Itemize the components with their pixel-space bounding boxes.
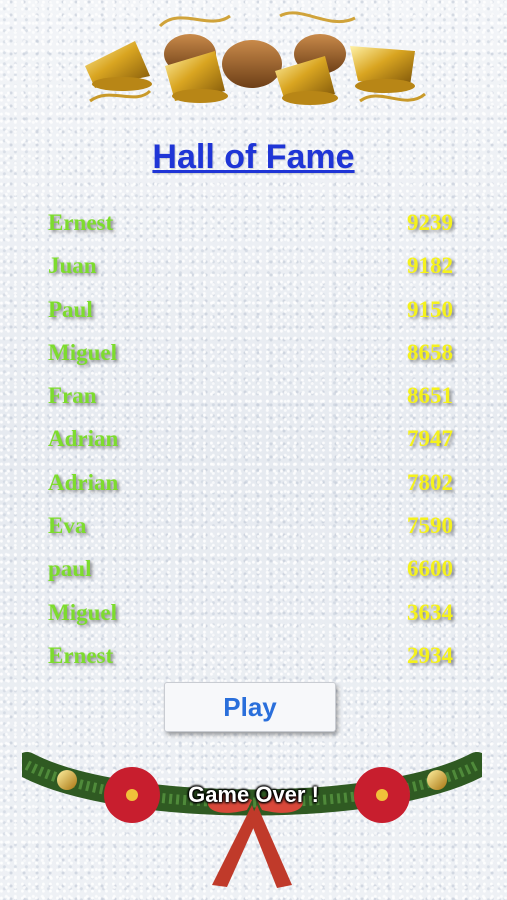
player-score: 9150 bbox=[407, 296, 453, 322]
page-title: Hall of Fame bbox=[152, 138, 355, 176]
player-score: 8658 bbox=[407, 339, 453, 365]
player-name: Fran bbox=[48, 383, 97, 409]
player-name: Juan bbox=[48, 253, 97, 279]
player-name: Adrian bbox=[48, 426, 119, 452]
leaderboard-row: Adrian 7947 bbox=[48, 426, 453, 469]
player-score: 2934 bbox=[407, 642, 453, 668]
leaderboard-row: Juan 9182 bbox=[48, 253, 453, 296]
leaderboard-row: Ernest 9239 bbox=[48, 210, 453, 253]
leaderboard-row: Eva 7590 bbox=[48, 513, 453, 556]
player-score: 7947 bbox=[407, 426, 453, 452]
leaderboard-row: Paul 9150 bbox=[48, 297, 453, 340]
player-score: 9239 bbox=[407, 210, 453, 235]
player-name: Ernest bbox=[48, 210, 114, 235]
player-score: 8651 bbox=[407, 383, 453, 409]
player-score: 6600 bbox=[407, 556, 453, 582]
player-score: 3634 bbox=[407, 599, 453, 625]
game-over-label: Game Over ! bbox=[188, 782, 319, 807]
player-name: paul bbox=[48, 556, 92, 582]
golden-bells-decoration-icon bbox=[85, 11, 426, 105]
player-name: Miguel bbox=[48, 339, 117, 365]
player-score: 9182 bbox=[407, 253, 453, 279]
leaderboard-row: Ernest 2934 bbox=[48, 643, 453, 686]
player-name: Eva bbox=[48, 513, 87, 539]
leaderboard-row: Fran 8651 bbox=[48, 383, 453, 426]
leaderboard-row: paul 6600 bbox=[48, 556, 453, 599]
leaderboard-row: Miguel 8658 bbox=[48, 340, 453, 383]
play-button[interactable]: Play bbox=[164, 682, 336, 732]
player-name: Ernest bbox=[48, 642, 114, 668]
leaderboard: Ernest 9239 Juan 9182 Paul 9150 Miguel 8… bbox=[48, 210, 453, 686]
leaderboard-row: Adrian 7802 bbox=[48, 470, 453, 513]
leaderboard-row: Miguel 3634 bbox=[48, 600, 453, 643]
player-name: Adrian bbox=[48, 469, 119, 495]
christmas-garland-icon bbox=[22, 752, 482, 888]
player-score: 7802 bbox=[407, 469, 453, 495]
player-name: Miguel bbox=[48, 599, 117, 625]
player-name: Paul bbox=[48, 296, 93, 322]
player-score: 7590 bbox=[407, 513, 453, 539]
